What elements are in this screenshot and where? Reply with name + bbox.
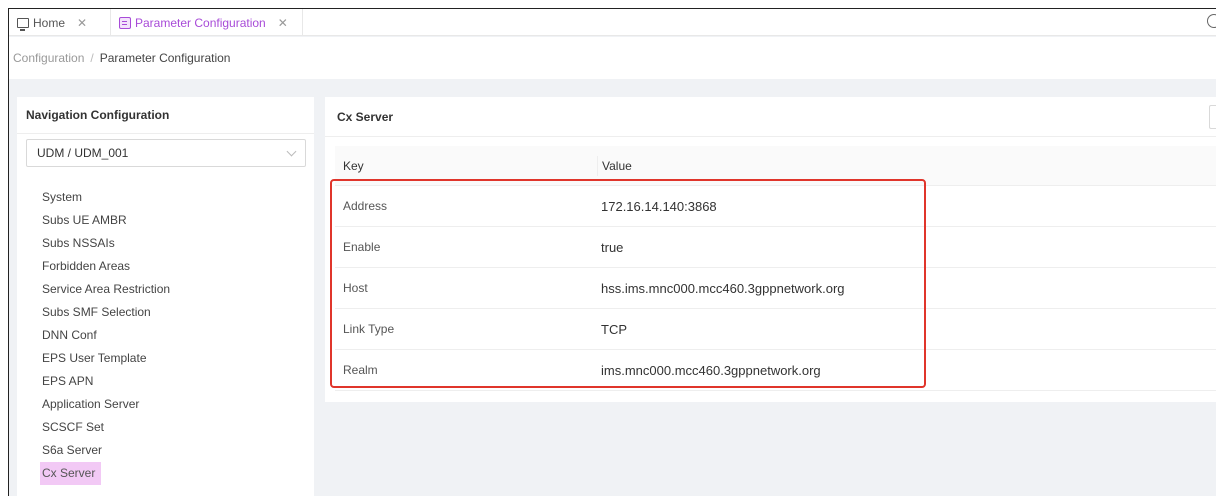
tab-home-label: Home: [33, 15, 66, 30]
sidebar-item-eps-apn[interactable]: EPS APN: [42, 370, 174, 393]
search-icon[interactable]: [1207, 14, 1216, 28]
monitor-icon: [17, 17, 29, 31]
navigation-title: Navigation Configuration: [17, 97, 314, 134]
table-row: Host hss.ims.mnc000.mcc460.3gppnetwork.or…: [335, 268, 1216, 309]
sidebar-item-system[interactable]: System: [42, 186, 174, 209]
row-key: Host: [343, 281, 368, 295]
sidebar-item-application-server[interactable]: Application Server: [42, 393, 174, 416]
tab-parameter-configuration[interactable]: Parameter Configuration ✕: [110, 9, 303, 36]
row-value: hss.ims.mnc000.mcc460.3gppnetwork.org: [601, 280, 845, 296]
sidebar-item-subs-smf-selection[interactable]: Subs SMF Selection: [42, 301, 174, 324]
config-icon: [119, 16, 131, 29]
ne-select[interactable]: UDM / UDM_001: [26, 139, 306, 167]
window-frame-top: [0, 0, 1216, 8]
app-window: Home ✕ Parameter Configuration ✕ Configu…: [8, 8, 1216, 496]
table-row: Enable true: [335, 227, 1216, 268]
breadcrumb: Configuration / Parameter Configuration: [9, 37, 1216, 79]
row-value: true: [601, 239, 624, 255]
sidebar-item-forbidden-areas[interactable]: Forbidden Areas: [42, 255, 174, 278]
column-value-header: Value: [597, 155, 1216, 176]
row-key: Address: [343, 199, 388, 213]
parameter-table: Key Value Address 172.16.14.140:3868 Enabl…: [335, 146, 1216, 391]
breadcrumb-root[interactable]: Configuration: [13, 51, 84, 65]
tab-home[interactable]: Home ✕: [9, 9, 109, 36]
row-key: Enable: [343, 240, 381, 254]
column-key-header: Key: [343, 158, 364, 173]
sidebar-item-subs-ue-ambr[interactable]: Subs UE AMBR: [42, 209, 174, 232]
table-row: Link Type TCP: [335, 309, 1216, 350]
chevron-down-icon: [286, 146, 297, 157]
sidebar-item-cx-server[interactable]: Cx Server: [40, 462, 102, 485]
breadcrumb-current: Parameter Configuration: [99, 51, 231, 65]
table-row: Realm ims.mnc000.mcc460.3gppnetwork.org: [335, 350, 1216, 391]
detail-panel: Cx Server Key Value Address 172.16.14.140…: [325, 97, 1216, 402]
panel-title: Cx Server: [325, 97, 1216, 137]
navigation-list: System Subs UE AMBR Subs NSSAIs Forbidden A…: [40, 186, 174, 485]
sidebar-item-dnn-conf[interactable]: DNN Conf: [42, 324, 174, 347]
table-header: Key Value: [335, 146, 1216, 186]
panel-action-button[interactable]: [1209, 105, 1216, 129]
sidebar-item-eps-user-template[interactable]: EPS User Template: [42, 347, 174, 370]
breadcrumb-separator: /: [90, 51, 94, 65]
row-value: ims.mnc000.mcc460.3gppnetwork.org: [601, 362, 821, 378]
sidebar-item-scscf-set[interactable]: SCSCF Set: [42, 416, 174, 439]
window-frame-left: [0, 0, 8, 496]
tab-param-label: Parameter Configuration: [135, 15, 266, 30]
tab-bar: Home ✕ Parameter Configuration ✕: [9, 9, 1216, 36]
sidebar-item-subs-nssais[interactable]: Subs NSSAIs: [42, 232, 174, 255]
close-icon[interactable]: ✕: [278, 16, 288, 30]
row-value: TCP: [601, 321, 627, 337]
table-row: Address 172.16.14.140:3868: [335, 186, 1216, 227]
row-value: 172.16.14.140:3868: [601, 198, 717, 214]
table-body: Address 172.16.14.140:3868 Enable true Host h…: [335, 186, 1216, 391]
close-icon[interactable]: ✕: [77, 16, 87, 30]
sidebar-item-service-area-restriction[interactable]: Service Area Restriction: [42, 278, 174, 301]
navigation-panel: Navigation Configuration UDM / UDM_001 S…: [17, 97, 314, 496]
sidebar-item-s6a-server[interactable]: S6a Server: [42, 439, 174, 462]
row-key: Link Type: [343, 322, 395, 336]
row-key: Realm: [343, 363, 378, 377]
ne-select-value: UDM / UDM_001: [37, 146, 129, 160]
